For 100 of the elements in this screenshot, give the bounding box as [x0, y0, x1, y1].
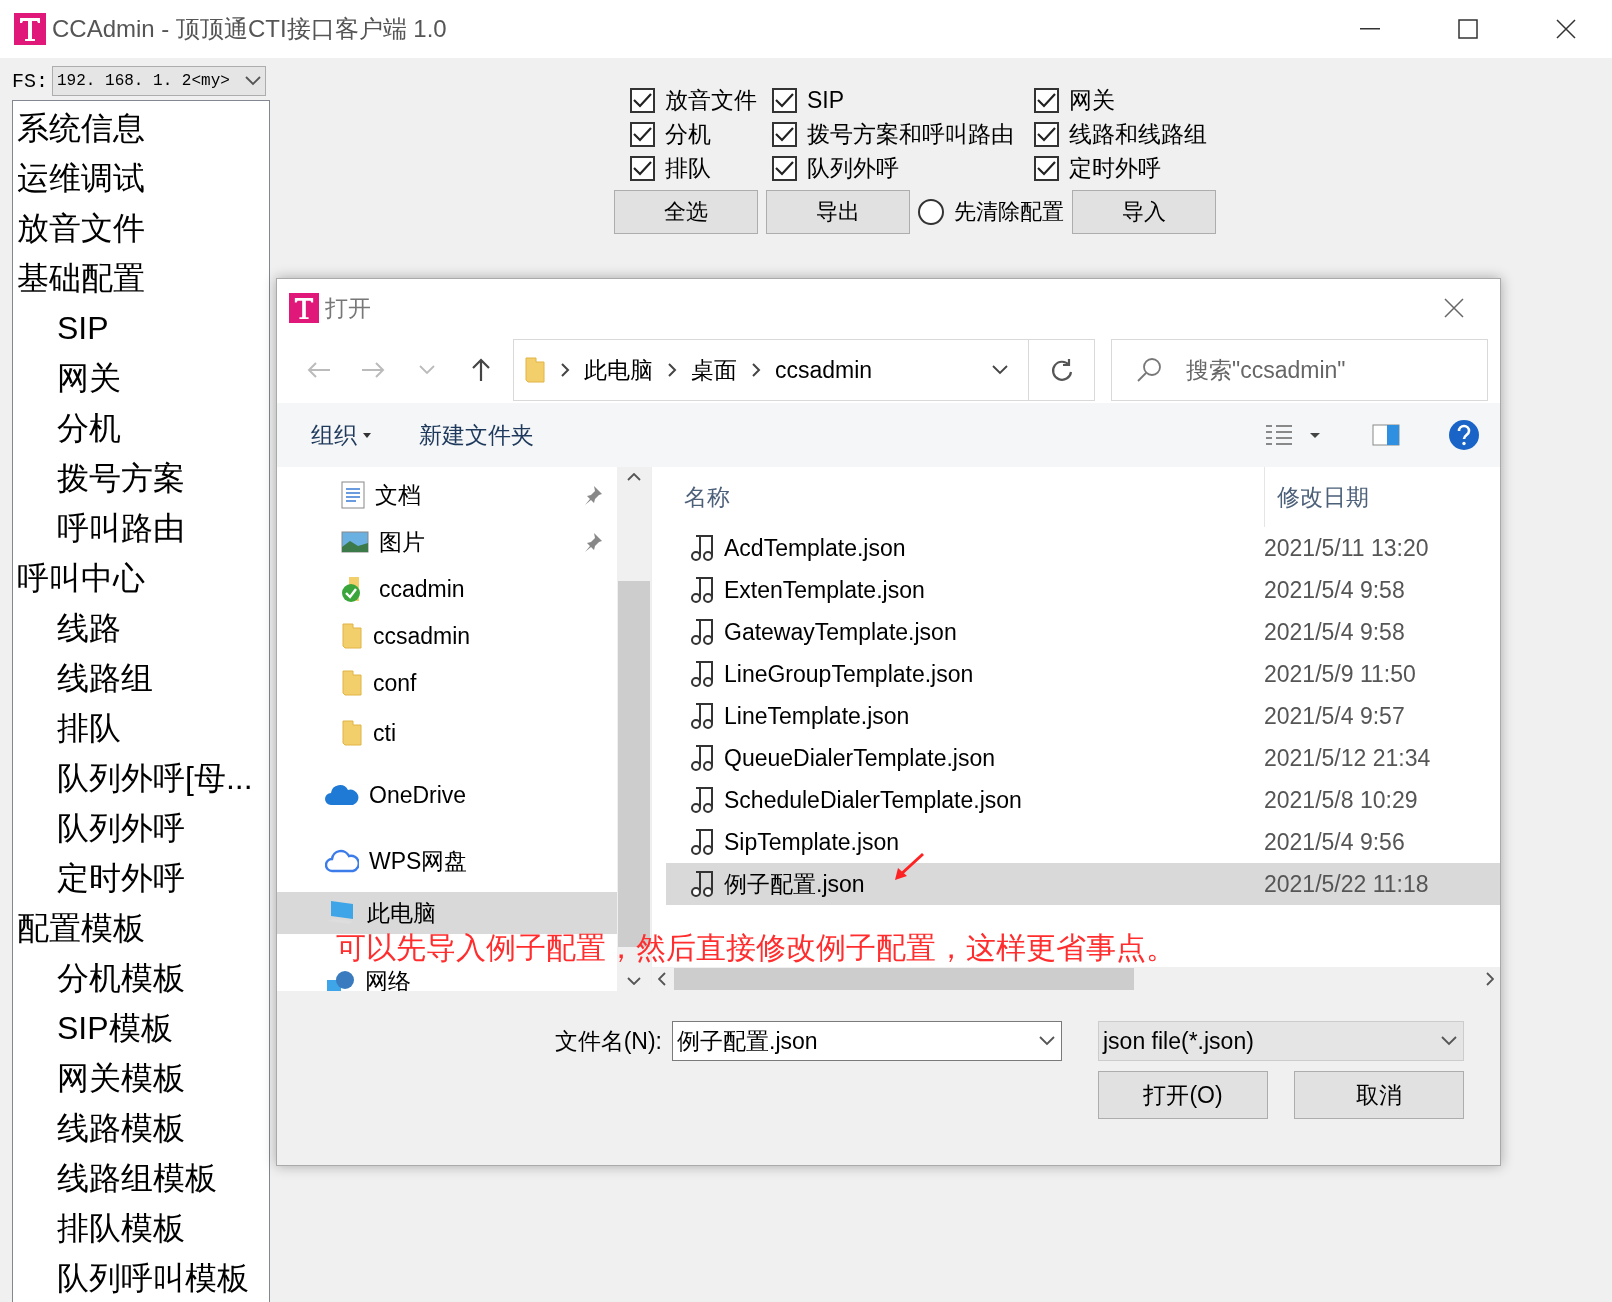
nav-pane-item[interactable]: conf	[277, 659, 617, 706]
nav-pane-item[interactable]: OneDrive	[277, 760, 617, 830]
music-note-icon	[690, 744, 716, 772]
tree-item[interactable]: 放音文件	[17, 203, 145, 253]
filename-field[interactable]: 例子配置.json	[672, 1021, 1062, 1061]
file-row[interactable]: ExtenTemplate.json 2021/5/4 9:58	[666, 569, 1500, 611]
tree-item[interactable]: 基础配置	[17, 253, 145, 303]
breadcrumb-item[interactable]: 此电脑	[584, 354, 653, 386]
search-field[interactable]: 搜索"ccsadmin"	[1111, 339, 1488, 401]
open-button[interactable]: 打开(O)	[1098, 1071, 1268, 1119]
file-row[interactable]: 例子配置.json 2021/5/22 11:18	[666, 863, 1500, 905]
maximize-icon	[1458, 19, 1478, 39]
checkbox[interactable]	[1034, 121, 1059, 147]
tree-item[interactable]: 线路组模板	[57, 1153, 217, 1203]
preview-pane-icon[interactable]	[1372, 424, 1400, 446]
address-bar[interactable]: 此电脑 桌面 ccsadmin	[513, 339, 1029, 401]
radio-button[interactable]	[918, 199, 944, 225]
breadcrumb-item[interactable]: 桌面	[691, 354, 737, 386]
nav-pane-item[interactable]: 此电脑	[277, 892, 617, 934]
chevron-right-icon	[560, 362, 570, 378]
folder-icon	[341, 668, 363, 697]
tree-item[interactable]: 配置模板	[17, 903, 145, 953]
tree-item[interactable]: 系统信息	[17, 103, 145, 153]
cloud-outline-icon	[325, 849, 359, 873]
nav-pane-item[interactable]: WPS网盘	[277, 830, 617, 892]
tree-item[interactable]: 呼叫路由	[57, 503, 185, 553]
tree-item[interactable]: 网关	[57, 353, 121, 403]
tree-item[interactable]: 线路模板	[57, 1103, 185, 1153]
tree-item[interactable]: 运维调试	[17, 153, 145, 203]
music-note-icon	[690, 576, 716, 604]
close-icon	[1444, 298, 1464, 318]
file-row[interactable]: QueueDialerTemplate.json 2021/5/12 21:34	[666, 737, 1500, 779]
back-arrow-icon	[307, 361, 331, 379]
nav-pane-item[interactable]: 图片	[277, 518, 617, 565]
file-type-select[interactable]: json file(*.json)	[1098, 1021, 1464, 1061]
chevron-right-icon	[751, 362, 761, 378]
checkbox-label: 放音文件	[665, 85, 757, 115]
nav-pane-item[interactable]: 文档	[277, 471, 617, 518]
tree-item[interactable]: 排队模板	[57, 1203, 185, 1253]
tree-item[interactable]: 拨号方案	[57, 453, 185, 503]
chevron-down-icon	[245, 76, 261, 86]
checkbox[interactable]	[772, 121, 797, 147]
column-header[interactable]: 修改日期	[1277, 467, 1477, 527]
tree-item[interactable]: SIP	[57, 303, 109, 353]
export-button[interactable]: 导出	[766, 190, 910, 234]
new-folder-button[interactable]: 新建文件夹	[419, 419, 534, 451]
caret-down-icon	[363, 432, 371, 438]
tree-item[interactable]: 排队	[57, 703, 121, 753]
organize-menu[interactable]: 组织	[311, 419, 371, 451]
breadcrumb-item[interactable]: ccsadmin	[775, 356, 873, 384]
chevron-down-icon	[1441, 1036, 1457, 1046]
tree-item[interactable]: 队列外呼[母...	[57, 753, 253, 803]
checkbox[interactable]	[772, 87, 797, 113]
tree-item[interactable]: 队列呼叫模板	[57, 1253, 249, 1302]
checkbox[interactable]	[1034, 87, 1059, 113]
tree-item[interactable]: 分机模板	[57, 953, 185, 1003]
tree-item[interactable]: 线路	[57, 603, 121, 653]
tree-item[interactable]: 线路组	[57, 653, 153, 703]
file-row[interactable]: AcdTemplate.json 2021/5/11 13:20	[666, 527, 1500, 569]
refresh-icon	[1050, 358, 1073, 382]
folder-icon	[524, 356, 546, 384]
annotation-text: 可以先导入例子配置，然后直接修改例子配置，这样更省事点。	[336, 933, 1176, 963]
window-title: CCAdmin - 顶顶通CTI接口客户端 1.0	[52, 14, 448, 44]
chevron-down-icon	[992, 365, 1008, 375]
tree-item[interactable]: 定时外呼	[57, 853, 185, 903]
checkbox[interactable]	[630, 87, 655, 113]
cancel-button[interactable]: 取消	[1294, 1071, 1464, 1119]
column-header[interactable]: 名称	[684, 467, 1264, 527]
folder-icon	[341, 621, 363, 650]
checkbox[interactable]	[772, 155, 797, 181]
file-row[interactable]: ScheduleDialerTemplate.json 2021/5/8 10:29	[666, 779, 1500, 821]
fs-label: FS:	[12, 69, 48, 93]
tree-item[interactable]: 网关模板	[57, 1053, 185, 1103]
select-all-button[interactable]: 全选	[614, 190, 758, 234]
close-icon	[1556, 19, 1576, 39]
nav-pane-item[interactable]: cti	[277, 706, 617, 760]
file-row[interactable]: GatewayTemplate.json 2021/5/4 9:58	[666, 611, 1500, 653]
checkbox[interactable]	[1034, 155, 1059, 181]
nav-pane-item[interactable]: ccsadmin	[277, 612, 617, 659]
file-row[interactable]: LineTemplate.json 2021/5/4 9:57	[666, 695, 1500, 737]
refresh-button[interactable]	[1029, 339, 1095, 401]
checkbox-label: 队列外呼	[807, 153, 899, 183]
file-row[interactable]: SipTemplate.json 2021/5/4 9:56	[666, 821, 1500, 863]
checkbox-label: 线路和线路组	[1069, 119, 1207, 149]
chevron-right-icon	[1486, 972, 1494, 986]
checkbox[interactable]	[630, 121, 655, 147]
import-button[interactable]: 导入	[1072, 190, 1216, 234]
tree-item[interactable]: 分机	[57, 403, 121, 453]
tree-item[interactable]: 呼叫中心	[17, 553, 145, 603]
horizontal-scrollbar[interactable]	[652, 967, 1500, 991]
picture-icon	[341, 530, 369, 553]
tree-item[interactable]: SIP模板	[57, 1003, 173, 1053]
help-icon[interactable]	[1448, 419, 1480, 451]
tree-item[interactable]: 队列外呼	[57, 803, 185, 853]
file-row[interactable]: LineGroupTemplate.json 2021/5/9 11:50	[666, 653, 1500, 695]
music-note-icon	[690, 618, 716, 646]
checkbox[interactable]	[630, 155, 655, 181]
server-select[interactable]: 192. 168. 1. 2<my>	[52, 66, 266, 96]
music-note-icon	[690, 828, 716, 856]
nav-pane-item[interactable]: ccadmin	[277, 565, 617, 612]
